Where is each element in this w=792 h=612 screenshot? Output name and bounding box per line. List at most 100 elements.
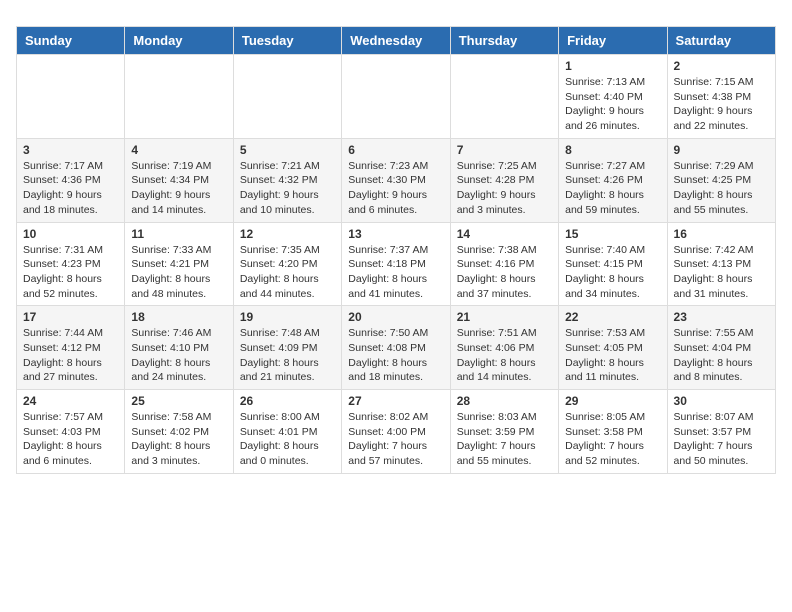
day-info: Sunrise: 7:33 AM Sunset: 4:21 PM Dayligh… (131, 243, 226, 302)
day-number: 21 (457, 310, 552, 324)
day-info: Sunrise: 7:21 AM Sunset: 4:32 PM Dayligh… (240, 159, 335, 218)
day-number: 26 (240, 394, 335, 408)
day-info: Sunrise: 7:29 AM Sunset: 4:25 PM Dayligh… (674, 159, 769, 218)
calendar-cell: 13 Sunrise: 7:37 AM Sunset: 4:18 PM Dayli… (342, 222, 450, 306)
calendar-cell: 12 Sunrise: 7:35 AM Sunset: 4:20 PM Dayli… (233, 222, 341, 306)
day-number: 12 (240, 227, 335, 241)
day-number: 1 (565, 59, 660, 73)
day-number: 9 (674, 143, 769, 157)
day-number: 17 (23, 310, 118, 324)
calendar-cell: 30 Sunrise: 8:07 AM Sunset: 3:57 PM Dayli… (667, 390, 775, 474)
calendar-cell: 1Sunrise: 7:13 AM Sunset: 4:40 PM Daylig… (559, 55, 667, 139)
day-number: 19 (240, 310, 335, 324)
day-info: Sunrise: 8:00 AM Sunset: 4:01 PM Dayligh… (240, 410, 335, 469)
calendar-cell: 15 Sunrise: 7:40 AM Sunset: 4:15 PM Dayli… (559, 222, 667, 306)
weekday-header-saturday: Saturday (667, 27, 775, 55)
week-row-2: 10 Sunrise: 7:31 AM Sunset: 4:23 PM Dayli… (17, 222, 776, 306)
calendar-cell: 28 Sunrise: 8:03 AM Sunset: 3:59 PM Dayli… (450, 390, 558, 474)
day-info: Sunrise: 7:53 AM Sunset: 4:05 PM Dayligh… (565, 326, 660, 385)
week-row-4: 24Sunrise: 7:57 AM Sunset: 4:03 PM Dayli… (17, 390, 776, 474)
day-info: Sunrise: 7:46 AM Sunset: 4:10 PM Dayligh… (131, 326, 226, 385)
calendar-cell: 2 Sunrise: 7:15 AM Sunset: 4:38 PM Daylig… (667, 55, 775, 139)
day-number: 11 (131, 227, 226, 241)
day-number: 23 (674, 310, 769, 324)
calendar-cell: 27 Sunrise: 8:02 AM Sunset: 4:00 PM Dayli… (342, 390, 450, 474)
week-row-0: 1Sunrise: 7:13 AM Sunset: 4:40 PM Daylig… (17, 55, 776, 139)
day-info: Sunrise: 7:17 AM Sunset: 4:36 PM Dayligh… (23, 159, 118, 218)
calendar-cell (17, 55, 125, 139)
day-number: 22 (565, 310, 660, 324)
calendar-cell (342, 55, 450, 139)
day-number: 16 (674, 227, 769, 241)
calendar-cell (450, 55, 558, 139)
day-number: 5 (240, 143, 335, 157)
day-info: Sunrise: 7:25 AM Sunset: 4:28 PM Dayligh… (457, 159, 552, 218)
day-info: Sunrise: 7:50 AM Sunset: 4:08 PM Dayligh… (348, 326, 443, 385)
weekday-header-tuesday: Tuesday (233, 27, 341, 55)
day-number: 7 (457, 143, 552, 157)
weekday-header-monday: Monday (125, 27, 233, 55)
calendar-cell: 25Sunrise: 7:58 AM Sunset: 4:02 PM Dayli… (125, 390, 233, 474)
day-info: Sunrise: 7:42 AM Sunset: 4:13 PM Dayligh… (674, 243, 769, 302)
calendar-cell: 14 Sunrise: 7:38 AM Sunset: 4:16 PM Dayli… (450, 222, 558, 306)
day-number: 4 (131, 143, 226, 157)
calendar-cell: 8 Sunrise: 7:27 AM Sunset: 4:26 PM Daylig… (559, 138, 667, 222)
day-info: Sunrise: 8:02 AM Sunset: 4:00 PM Dayligh… (348, 410, 443, 469)
calendar-cell: 10 Sunrise: 7:31 AM Sunset: 4:23 PM Dayli… (17, 222, 125, 306)
day-info: Sunrise: 7:35 AM Sunset: 4:20 PM Dayligh… (240, 243, 335, 302)
calendar-cell: 17 Sunrise: 7:44 AM Sunset: 4:12 PM Dayli… (17, 306, 125, 390)
day-number: 25 (131, 394, 226, 408)
calendar-cell (233, 55, 341, 139)
day-number: 10 (23, 227, 118, 241)
calendar-cell: 9 Sunrise: 7:29 AM Sunset: 4:25 PM Daylig… (667, 138, 775, 222)
day-number: 30 (674, 394, 769, 408)
day-info: Sunrise: 7:23 AM Sunset: 4:30 PM Dayligh… (348, 159, 443, 218)
day-info: Sunrise: 8:03 AM Sunset: 3:59 PM Dayligh… (457, 410, 552, 469)
day-number: 24 (23, 394, 118, 408)
day-number: 29 (565, 394, 660, 408)
calendar-cell (125, 55, 233, 139)
day-info: Sunrise: 7:31 AM Sunset: 4:23 PM Dayligh… (23, 243, 118, 302)
calendar: SundayMondayTuesdayWednesdayThursdayFrid… (16, 26, 776, 474)
calendar-cell: 29 Sunrise: 8:05 AM Sunset: 3:58 PM Dayli… (559, 390, 667, 474)
day-info: Sunrise: 7:38 AM Sunset: 4:16 PM Dayligh… (457, 243, 552, 302)
calendar-cell: 18 Sunrise: 7:46 AM Sunset: 4:10 PM Dayli… (125, 306, 233, 390)
week-row-1: 3 Sunrise: 7:17 AM Sunset: 4:36 PM Daylig… (17, 138, 776, 222)
day-number: 8 (565, 143, 660, 157)
day-number: 6 (348, 143, 443, 157)
day-number: 18 (131, 310, 226, 324)
day-number: 2 (674, 59, 769, 73)
day-info: Sunrise: 8:05 AM Sunset: 3:58 PM Dayligh… (565, 410, 660, 469)
calendar-cell: 11 Sunrise: 7:33 AM Sunset: 4:21 PM Dayli… (125, 222, 233, 306)
day-number: 20 (348, 310, 443, 324)
day-info: Sunrise: 7:37 AM Sunset: 4:18 PM Dayligh… (348, 243, 443, 302)
calendar-cell: 5 Sunrise: 7:21 AM Sunset: 4:32 PM Daylig… (233, 138, 341, 222)
day-number: 28 (457, 394, 552, 408)
calendar-cell: 7 Sunrise: 7:25 AM Sunset: 4:28 PM Daylig… (450, 138, 558, 222)
day-info: Sunrise: 7:15 AM Sunset: 4:38 PM Dayligh… (674, 75, 769, 134)
calendar-cell: 24Sunrise: 7:57 AM Sunset: 4:03 PM Dayli… (17, 390, 125, 474)
calendar-cell: 19 Sunrise: 7:48 AM Sunset: 4:09 PM Dayli… (233, 306, 341, 390)
day-info: Sunrise: 7:27 AM Sunset: 4:26 PM Dayligh… (565, 159, 660, 218)
weekday-header-row: SundayMondayTuesdayWednesdayThursdayFrid… (17, 27, 776, 55)
week-row-3: 17 Sunrise: 7:44 AM Sunset: 4:12 PM Dayli… (17, 306, 776, 390)
weekday-header-wednesday: Wednesday (342, 27, 450, 55)
day-number: 14 (457, 227, 552, 241)
day-number: 13 (348, 227, 443, 241)
calendar-cell: 6 Sunrise: 7:23 AM Sunset: 4:30 PM Daylig… (342, 138, 450, 222)
calendar-cell: 26 Sunrise: 8:00 AM Sunset: 4:01 PM Dayli… (233, 390, 341, 474)
weekday-header-sunday: Sunday (17, 27, 125, 55)
calendar-cell: 20 Sunrise: 7:50 AM Sunset: 4:08 PM Dayli… (342, 306, 450, 390)
day-number: 3 (23, 143, 118, 157)
day-info: Sunrise: 7:40 AM Sunset: 4:15 PM Dayligh… (565, 243, 660, 302)
day-info: Sunrise: 7:44 AM Sunset: 4:12 PM Dayligh… (23, 326, 118, 385)
day-number: 15 (565, 227, 660, 241)
day-info: Sunrise: 7:55 AM Sunset: 4:04 PM Dayligh… (674, 326, 769, 385)
day-info: Sunrise: 8:07 AM Sunset: 3:57 PM Dayligh… (674, 410, 769, 469)
calendar-cell: 3 Sunrise: 7:17 AM Sunset: 4:36 PM Daylig… (17, 138, 125, 222)
day-number: 27 (348, 394, 443, 408)
calendar-cell: 16 Sunrise: 7:42 AM Sunset: 4:13 PM Dayli… (667, 222, 775, 306)
calendar-cell: 4Sunrise: 7:19 AM Sunset: 4:34 PM Daylig… (125, 138, 233, 222)
day-info: Sunrise: 7:48 AM Sunset: 4:09 PM Dayligh… (240, 326, 335, 385)
weekday-header-friday: Friday (559, 27, 667, 55)
